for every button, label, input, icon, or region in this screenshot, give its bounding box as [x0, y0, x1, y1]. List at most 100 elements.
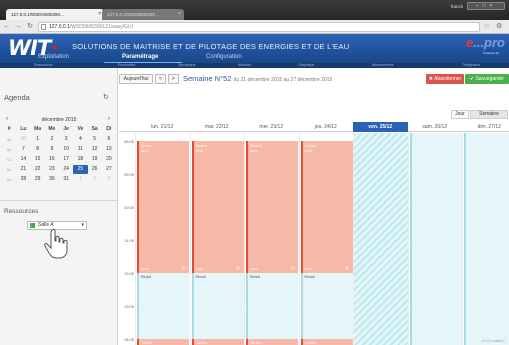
day-column[interactable]: Confort 08:00 12:00 ↻ Reduit Confort — [135, 133, 190, 345]
save-button[interactable]: ✔ Sauvegarder — [465, 74, 509, 84]
mini-calendar-day[interactable]: 12 — [88, 145, 102, 154]
tab-label: 127.0.0.1/WSD0605390... — [107, 12, 159, 17]
mini-calendar-day[interactable]: 2 — [45, 135, 59, 144]
prev-week-button[interactable]: < — [155, 74, 166, 84]
mini-calendar-day[interactable]: 3 — [59, 135, 73, 144]
mini-calendar-day[interactable]: 16 — [45, 155, 59, 164]
browser-tab-active[interactable]: 127.0.0.1/WSDO605390... × — [6, 9, 104, 20]
menu-configuration[interactable]: Configuration — [206, 54, 242, 60]
mini-calendar-day[interactable]: 31 — [59, 175, 73, 184]
window-controls[interactable]: –□× — [467, 2, 505, 10]
mini-calendar-week-number: 50 — [6, 147, 12, 152]
url-path: /WSD0605390121/easy/GUI — [69, 24, 133, 30]
left-panel: Agenda ↻ ‹ décembre 2015 › # Lu Ma Me Je Ve Sa… — [0, 68, 118, 345]
mini-calendar-day[interactable]: 21 — [16, 165, 30, 174]
window-user: franck — [450, 4, 463, 9]
day-header[interactable]: ven. 25/12 — [353, 122, 408, 132]
mini-calendar-day[interactable]: 20 — [102, 155, 116, 164]
mini-calendar-day[interactable]: 5 — [88, 135, 102, 144]
event-confort[interactable]: Confort 08:00 12:00 ↻ — [300, 141, 353, 273]
mini-calendar-day[interactable]: 23 — [45, 165, 59, 174]
close-icon[interactable]: × — [178, 9, 181, 20]
today-button[interactable]: Aujourd'hui — [119, 74, 153, 84]
event-end-time: 12:00 — [195, 267, 204, 271]
event-confort[interactable]: Confort 08:00 12:00 ↻ — [137, 141, 189, 273]
day-header[interactable]: dim. 27/12 — [462, 122, 509, 132]
mini-calendar-day[interactable]: 30 — [45, 175, 59, 184]
mini-calendar-day[interactable]: 14 — [16, 155, 30, 164]
mini-calendar-day[interactable]: 1 — [73, 175, 87, 184]
mini-calendar-day[interactable]: 25 — [73, 165, 88, 174]
refresh-icon[interactable]: ↻ — [236, 266, 240, 272]
event-reduit[interactable]: Reduit — [246, 273, 298, 339]
mini-calendar-day[interactable]: 15 — [31, 155, 45, 164]
mini-calendar-day[interactable]: 9 — [45, 145, 59, 154]
next-week-button[interactable]: > — [168, 74, 179, 84]
day-column-holiday[interactable] — [353, 133, 408, 345]
event-reduit[interactable] — [464, 133, 509, 345]
day-column[interactable] — [407, 133, 463, 345]
view-day-button[interactable]: Jour — [451, 110, 469, 119]
event-confort[interactable]: Confort 08:00 12:00 ↻ — [191, 141, 244, 273]
event-reduit[interactable]: Reduit — [300, 273, 353, 339]
mini-calendar-day[interactable]: 3 — [102, 175, 116, 184]
mini-calendar-day[interactable]: 27 — [102, 165, 116, 174]
url-input[interactable]: 127.0.0.1/WSD0605390121/easy/GUI — [38, 22, 480, 32]
mini-calendar-day[interactable]: 24 — [59, 165, 73, 174]
tab-label: 127.0.0.1/WSDO605390... — [11, 12, 64, 17]
mini-calendar-day[interactable]: 22 — [31, 165, 45, 174]
mini-calendar-day[interactable]: 8 — [31, 145, 45, 154]
event-reduit[interactable]: Reduit — [191, 273, 244, 339]
mini-calendar-day[interactable]: 18 — [73, 155, 87, 164]
event-reduit[interactable] — [409, 133, 462, 345]
mini-calendar-day[interactable]: 30 — [16, 135, 30, 144]
browser-tab-inactive[interactable]: 127.0.0.1/WSD0605390... × — [102, 9, 184, 20]
mini-calendar-day[interactable]: 29 — [31, 175, 45, 184]
day-header[interactable]: mar. 22/12 — [190, 122, 245, 132]
mini-calendar-day[interactable]: 6 — [102, 135, 116, 144]
day-column[interactable] — [462, 133, 509, 345]
view-week-button[interactable]: Semaine — [470, 110, 508, 119]
day-column[interactable]: Confort 08:00 12:00 ↻ Reduit Confort — [244, 133, 299, 345]
event-confort[interactable]: Confort — [246, 339, 298, 345]
mini-calendar-day[interactable]: 17 — [59, 155, 73, 164]
day-header[interactable]: sam. 26/12 — [408, 122, 463, 132]
bookmark-star-icon[interactable]: ☆ — [484, 22, 490, 30]
event-confort[interactable]: Confort — [191, 339, 244, 345]
menu-exploitation[interactable]: Exploitation — [38, 54, 69, 60]
event-confort[interactable]: Confort — [137, 339, 189, 345]
refresh-icon[interactable]: ↻ — [103, 93, 109, 101]
refresh-icon[interactable]: ↻ — [182, 266, 186, 272]
day-header[interactable]: jeu. 24/12 — [299, 122, 354, 132]
next-month-icon[interactable]: › — [108, 116, 110, 122]
abandon-button[interactable]: ✖ Abandonner — [426, 74, 464, 84]
day-header[interactable]: mer. 23/12 — [244, 122, 299, 132]
day-column[interactable]: Confort 08:00 12:00 ↻ Reduit Confort — [189, 133, 245, 345]
close-icon[interactable]: × — [98, 9, 101, 20]
mini-calendar-day[interactable]: 28 — [16, 175, 30, 184]
hand-cursor-icon — [44, 228, 68, 259]
refresh-icon[interactable]: ↻ — [345, 266, 349, 272]
reload-icon[interactable]: ↻ — [25, 22, 35, 32]
mini-calendar-day[interactable]: 19 — [88, 155, 102, 164]
mini-calendar-day[interactable]: 13 — [102, 145, 116, 154]
mini-calendar-day[interactable]: 7 — [16, 145, 30, 154]
day-header[interactable]: lun. 21/12 — [135, 122, 190, 132]
mini-calendar-day[interactable]: 1 — [31, 135, 45, 144]
wrench-icon[interactable]: ⚙ — [496, 22, 502, 30]
day-column[interactable]: Confort 08:00 12:00 ↻ Reduit Confort — [298, 133, 354, 345]
forward-icon[interactable]: → — [13, 22, 23, 32]
event-confort[interactable]: Confort 08:00 12:00 ↻ — [246, 141, 298, 273]
mini-calendar-day[interactable]: 10 — [59, 145, 73, 154]
mini-calendar-day[interactable]: 2 — [88, 175, 102, 184]
event-reduit[interactable]: Reduit — [137, 273, 189, 339]
back-icon[interactable]: ← — [2, 22, 12, 32]
mini-calendar-day[interactable]: 11 — [73, 145, 87, 154]
main-calendar-area: Aujourd'hui < > Semaine N°52 du 21 décem… — [119, 68, 509, 345]
mini-calendar-day[interactable]: 4 — [73, 135, 87, 144]
event-confort[interactable]: Confort — [300, 339, 353, 345]
event-title: Reduit — [250, 275, 261, 279]
menu-parametrage[interactable]: Paramétrage — [122, 54, 158, 60]
refresh-icon[interactable]: ↻ — [291, 266, 295, 272]
mini-calendar-day[interactable]: 26 — [88, 165, 102, 174]
